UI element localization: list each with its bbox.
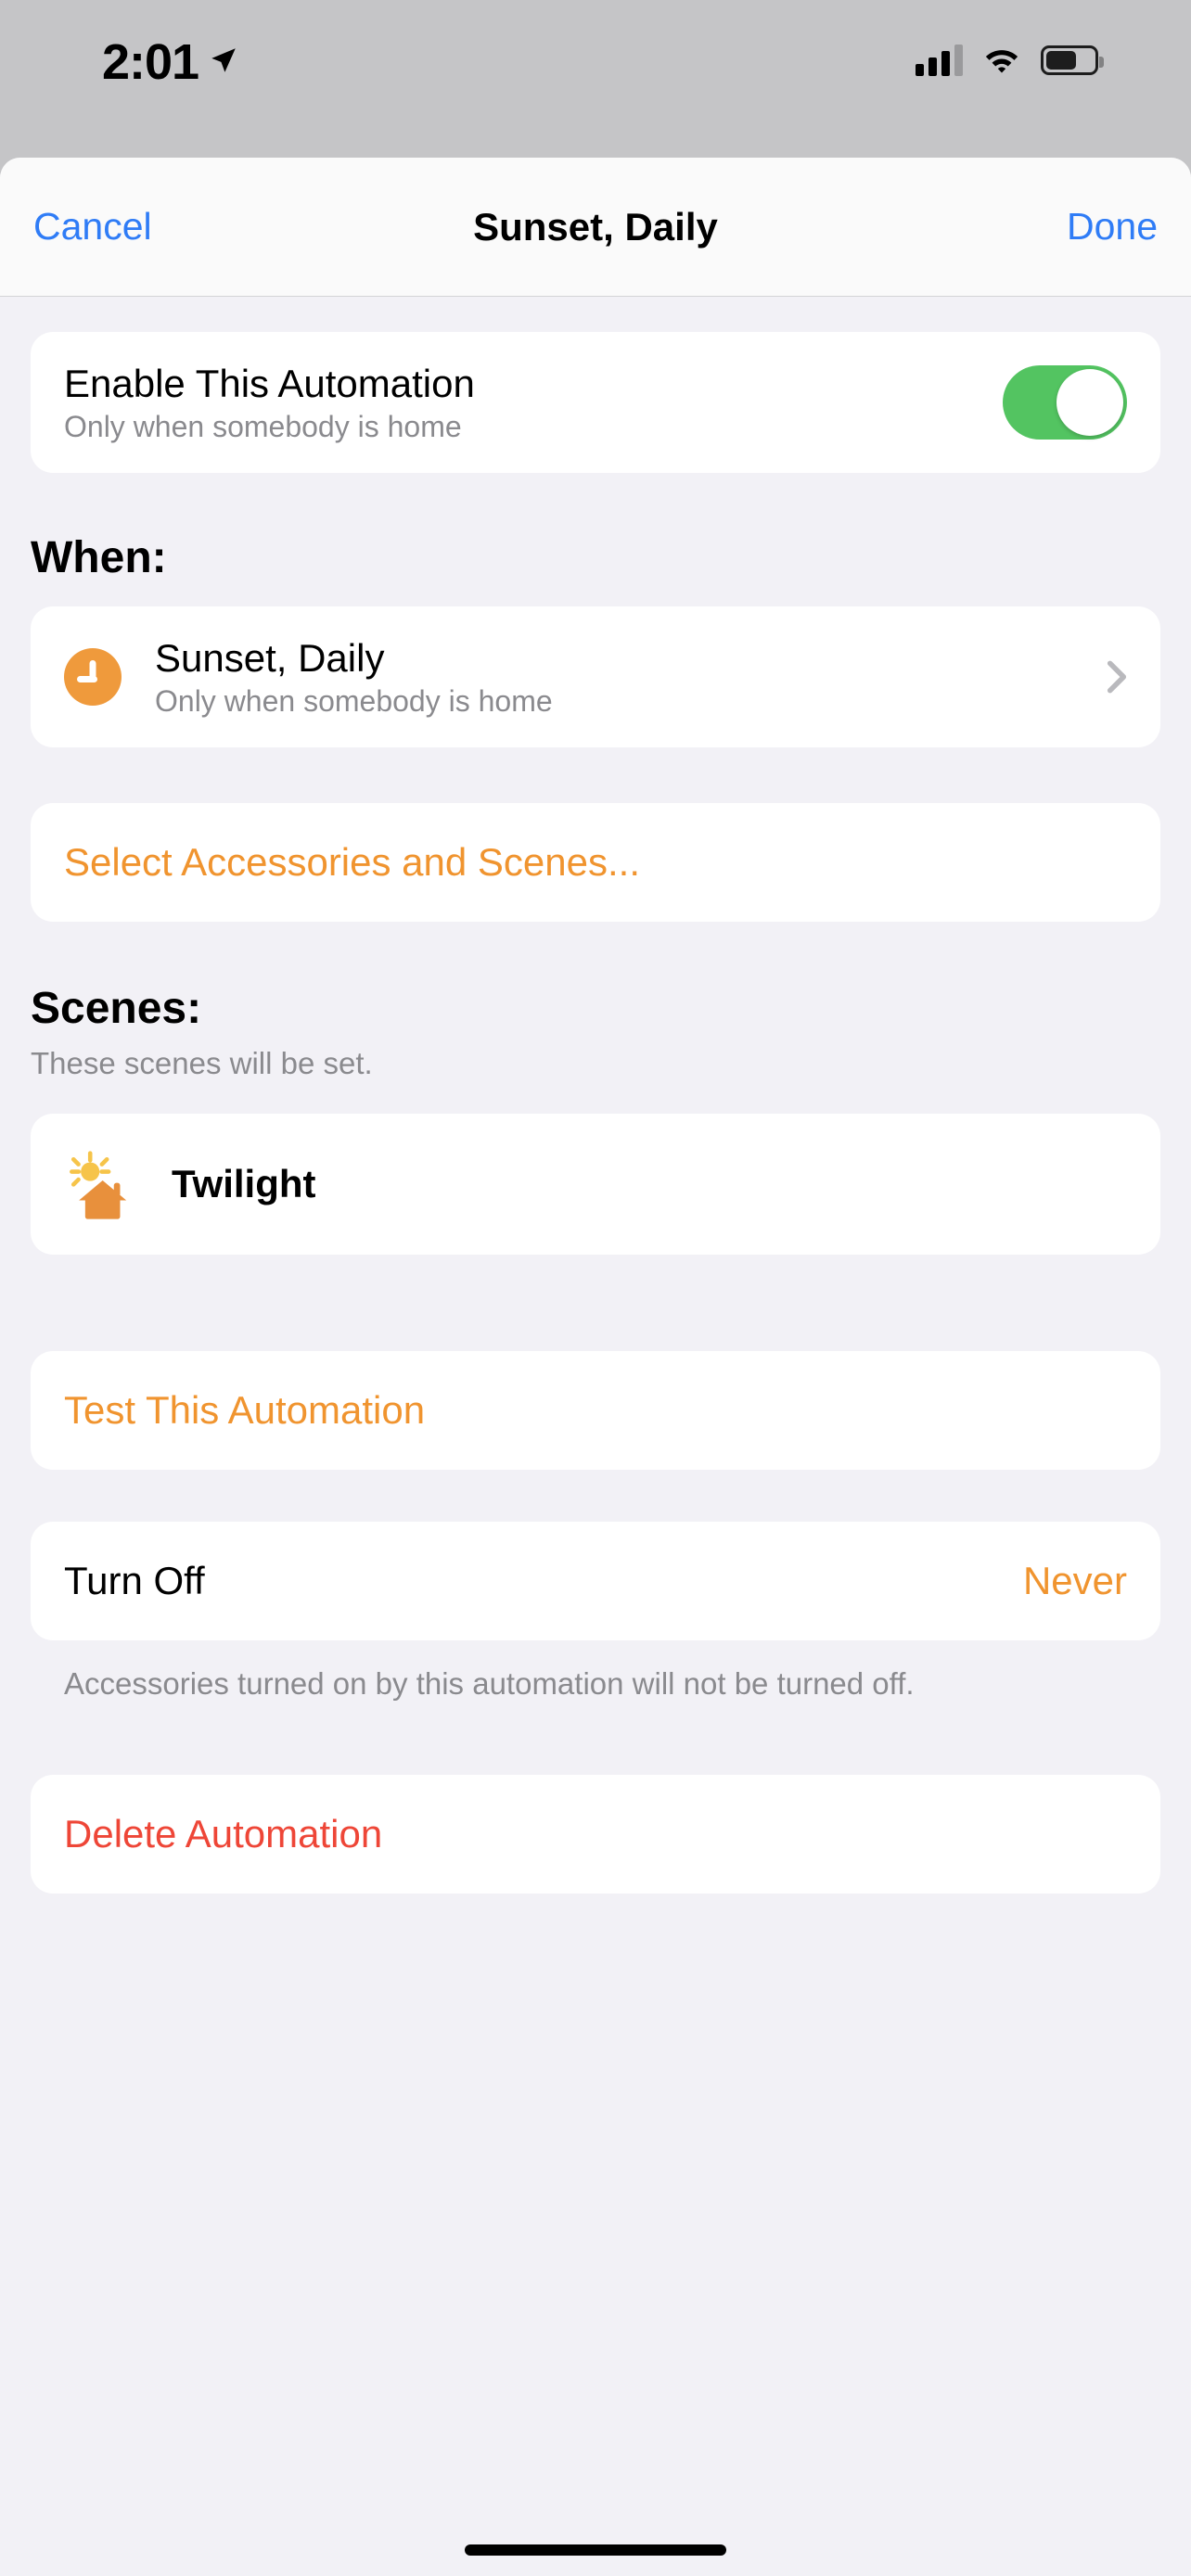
when-section: When:: [31, 536, 1160, 580]
delete-automation-label: Delete Automation: [64, 1815, 382, 1854]
test-automation-label: Test This Automation: [64, 1391, 425, 1430]
status-bar-left: 2:01: [102, 37, 239, 87]
cellular-signal-icon: [916, 45, 963, 76]
battery-icon: [1041, 45, 1098, 75]
status-bar: 2:01: [0, 0, 1191, 158]
enable-automation-subtitle: Only when somebody is home: [64, 412, 475, 441]
select-accessories-and-scenes-row[interactable]: Select Accessories and Scenes...: [31, 803, 1160, 922]
cancel-button[interactable]: Cancel: [33, 208, 152, 246]
scene-name: Twilight: [172, 1165, 316, 1204]
enable-automation-toggle[interactable]: [1003, 365, 1127, 440]
wifi-icon: [983, 45, 1020, 75]
location-arrow-icon: [208, 45, 239, 76]
page-title: Sunset, Daily: [0, 205, 1191, 249]
enable-automation-title: Enable This Automation: [64, 364, 475, 403]
trigger-subtitle: Only when somebody is home: [155, 686, 553, 716]
clock-icon: [64, 648, 122, 706]
scroll-content: Enable This Automation Only when somebod…: [0, 332, 1191, 1894]
automation-detail-sheet: Cancel Sunset, Daily Done Enable This Au…: [0, 158, 1191, 2576]
toggle-knob: [1057, 369, 1123, 436]
enable-automation-row[interactable]: Enable This Automation Only when somebod…: [31, 332, 1160, 473]
status-bar-clock: 2:01: [102, 37, 198, 87]
turn-off-row[interactable]: Turn Off Never: [31, 1522, 1160, 1640]
sun-over-house-icon: [64, 1144, 144, 1224]
status-bar-right: [916, 37, 1098, 76]
trigger-title: Sunset, Daily: [155, 639, 553, 678]
scene-row-twilight[interactable]: Twilight: [31, 1114, 1160, 1255]
scenes-section-subtitle: These scenes will be set.: [31, 1048, 1160, 1078]
turn-off-footnote: Accessories turned on by this automation…: [64, 1664, 1127, 1702]
scenes-section: Scenes: These scenes will be set.: [31, 987, 1160, 1078]
test-automation-row[interactable]: Test This Automation: [31, 1351, 1160, 1470]
turn-off-label: Turn Off: [64, 1562, 205, 1600]
turn-off-value: Never: [1023, 1562, 1127, 1600]
scenes-section-header: Scenes:: [31, 987, 1160, 1031]
select-accessories-and-scenes-label: Select Accessories and Scenes...: [64, 843, 640, 882]
done-button[interactable]: Done: [1067, 208, 1158, 246]
delete-automation-row[interactable]: Delete Automation: [31, 1775, 1160, 1894]
home-indicator: [465, 2544, 726, 2556]
iphone-screen: 2:01 Cancel Sunset, Daily Done: [0, 0, 1191, 2576]
navigation-bar: Cancel Sunset, Daily Done: [0, 158, 1191, 297]
trigger-text: Sunset, Daily Only when somebody is home: [155, 639, 553, 716]
when-section-header: When:: [31, 536, 1160, 580]
trigger-row[interactable]: Sunset, Daily Only when somebody is home: [31, 606, 1160, 747]
enable-automation-text: Enable This Automation Only when somebod…: [64, 364, 475, 441]
chevron-right-icon: [1107, 659, 1127, 695]
